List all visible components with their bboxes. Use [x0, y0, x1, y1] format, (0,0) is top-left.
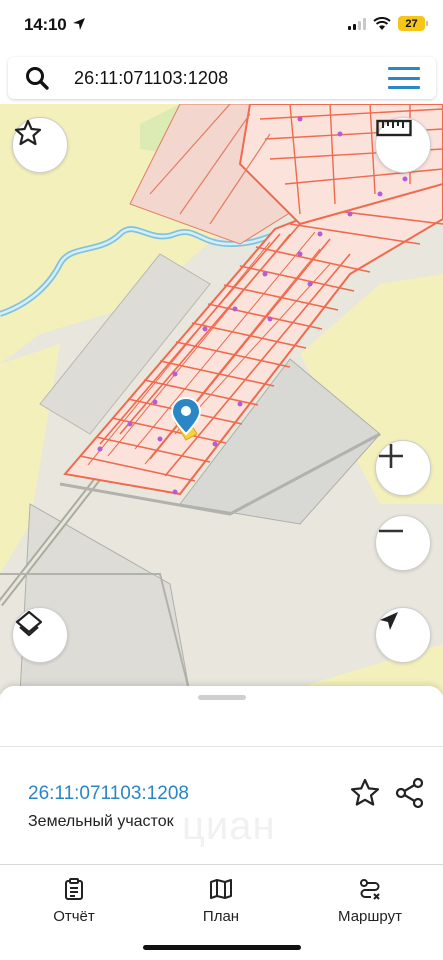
- search-icon[interactable]: [24, 65, 50, 91]
- sheet-divider: [0, 746, 443, 747]
- favorite-icon[interactable]: [349, 777, 381, 809]
- favorite-star-icon[interactable]: [12, 117, 68, 173]
- battery-level: 27: [405, 17, 418, 30]
- sheet-drag-handle[interactable]: [198, 695, 246, 700]
- status-icons: 27: [348, 16, 428, 31]
- status-time: 14:10: [24, 15, 67, 34]
- search-input[interactable]: 26:11:071103:1208: [74, 68, 228, 89]
- share-icon[interactable]: [394, 777, 426, 809]
- watermark: циан: [182, 804, 276, 848]
- map-plan-icon: [210, 879, 232, 899]
- wifi-icon: [373, 16, 391, 30]
- zoom-out-icon[interactable]: [375, 515, 431, 571]
- tab-plan[interactable]: План: [197, 877, 245, 925]
- tab-report-label: Отчёт: [53, 908, 95, 925]
- cellular-signal-icon: [348, 17, 366, 30]
- report-icon: [65, 878, 83, 900]
- layers-icon[interactable]: [12, 607, 68, 663]
- tab-plan-label: План: [202, 908, 240, 925]
- navigate-arrow-icon[interactable]: [375, 607, 431, 663]
- route-icon: [360, 879, 380, 900]
- battery-icon: 27: [398, 16, 428, 31]
- tab-report[interactable]: Отчёт: [50, 877, 98, 925]
- tab-route[interactable]: Маршрут: [334, 877, 406, 925]
- zoom-in-icon[interactable]: [375, 440, 431, 496]
- status-bar: 14:10 27: [0, 0, 443, 52]
- search-bar[interactable]: 26:11:071103:1208: [8, 57, 436, 99]
- home-indicator: [143, 945, 301, 950]
- parcel-id[interactable]: 26:11:071103:1208: [28, 783, 189, 805]
- location-arrow-icon: [73, 18, 85, 30]
- map-view[interactable]: [0, 104, 443, 694]
- tab-route-label: Маршрут: [338, 908, 402, 925]
- parcel-type: Земельный участок: [28, 813, 174, 830]
- ruler-icon[interactable]: [375, 117, 431, 173]
- map-canvas[interactable]: [0, 104, 443, 694]
- bottom-sheet[interactable]: циан 26:11:071103:1208 Земельный участок: [0, 686, 443, 866]
- menu-icon[interactable]: [388, 67, 420, 89]
